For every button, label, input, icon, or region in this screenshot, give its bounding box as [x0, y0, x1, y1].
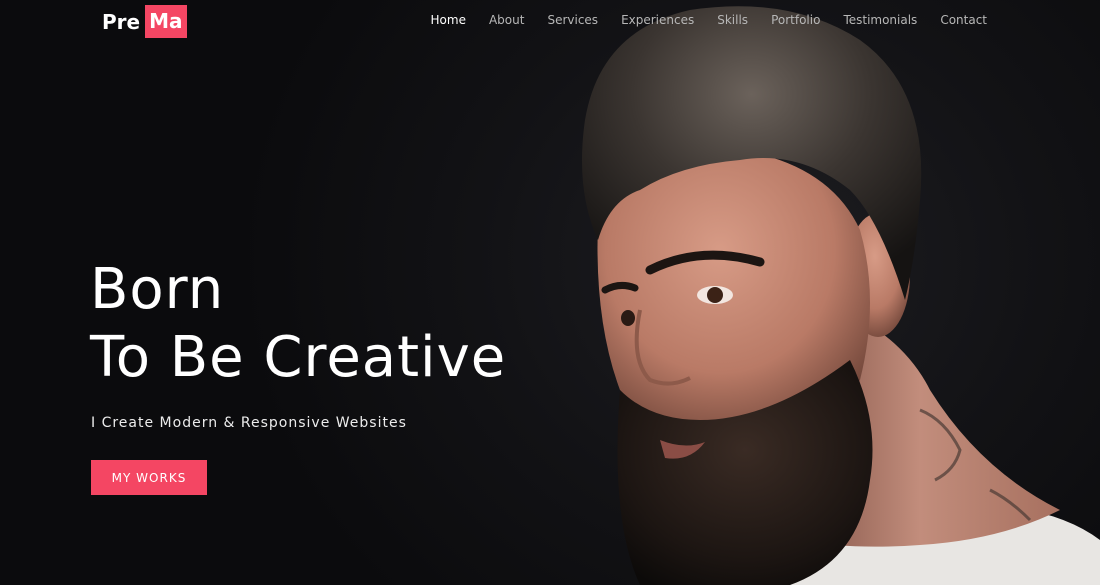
hero-title-line2: To Be Creative [90, 325, 507, 390]
nav-item-about[interactable]: About [489, 13, 524, 27]
hero-title-line1: Born [90, 257, 225, 322]
nav-item-experiences[interactable]: Experiences [621, 13, 694, 27]
hero-subtitle: I Create Modern & Responsive Websites [91, 415, 407, 431]
logo[interactable]: Pre Ma [102, 5, 187, 38]
nav-item-home[interactable]: Home [431, 13, 466, 27]
nav-item-contact[interactable]: Contact [940, 13, 987, 27]
my-works-button[interactable]: MY WORKS [91, 460, 207, 495]
logo-text-ma: Ma [145, 5, 187, 38]
nav-item-portfolio[interactable]: Portfolio [771, 13, 820, 27]
logo-text-pre: Pre [102, 9, 141, 34]
nav-item-testimonials[interactable]: Testimonials [843, 13, 917, 27]
navbar: Pre Ma Home About Services Experiences S… [0, 0, 1100, 42]
nav-item-skills[interactable]: Skills [717, 13, 748, 27]
nav-menu: Home About Services Experiences Skills P… [408, 13, 987, 27]
nav-item-services[interactable]: Services [547, 13, 598, 27]
hero-title: Born To Be Creative [90, 256, 506, 392]
